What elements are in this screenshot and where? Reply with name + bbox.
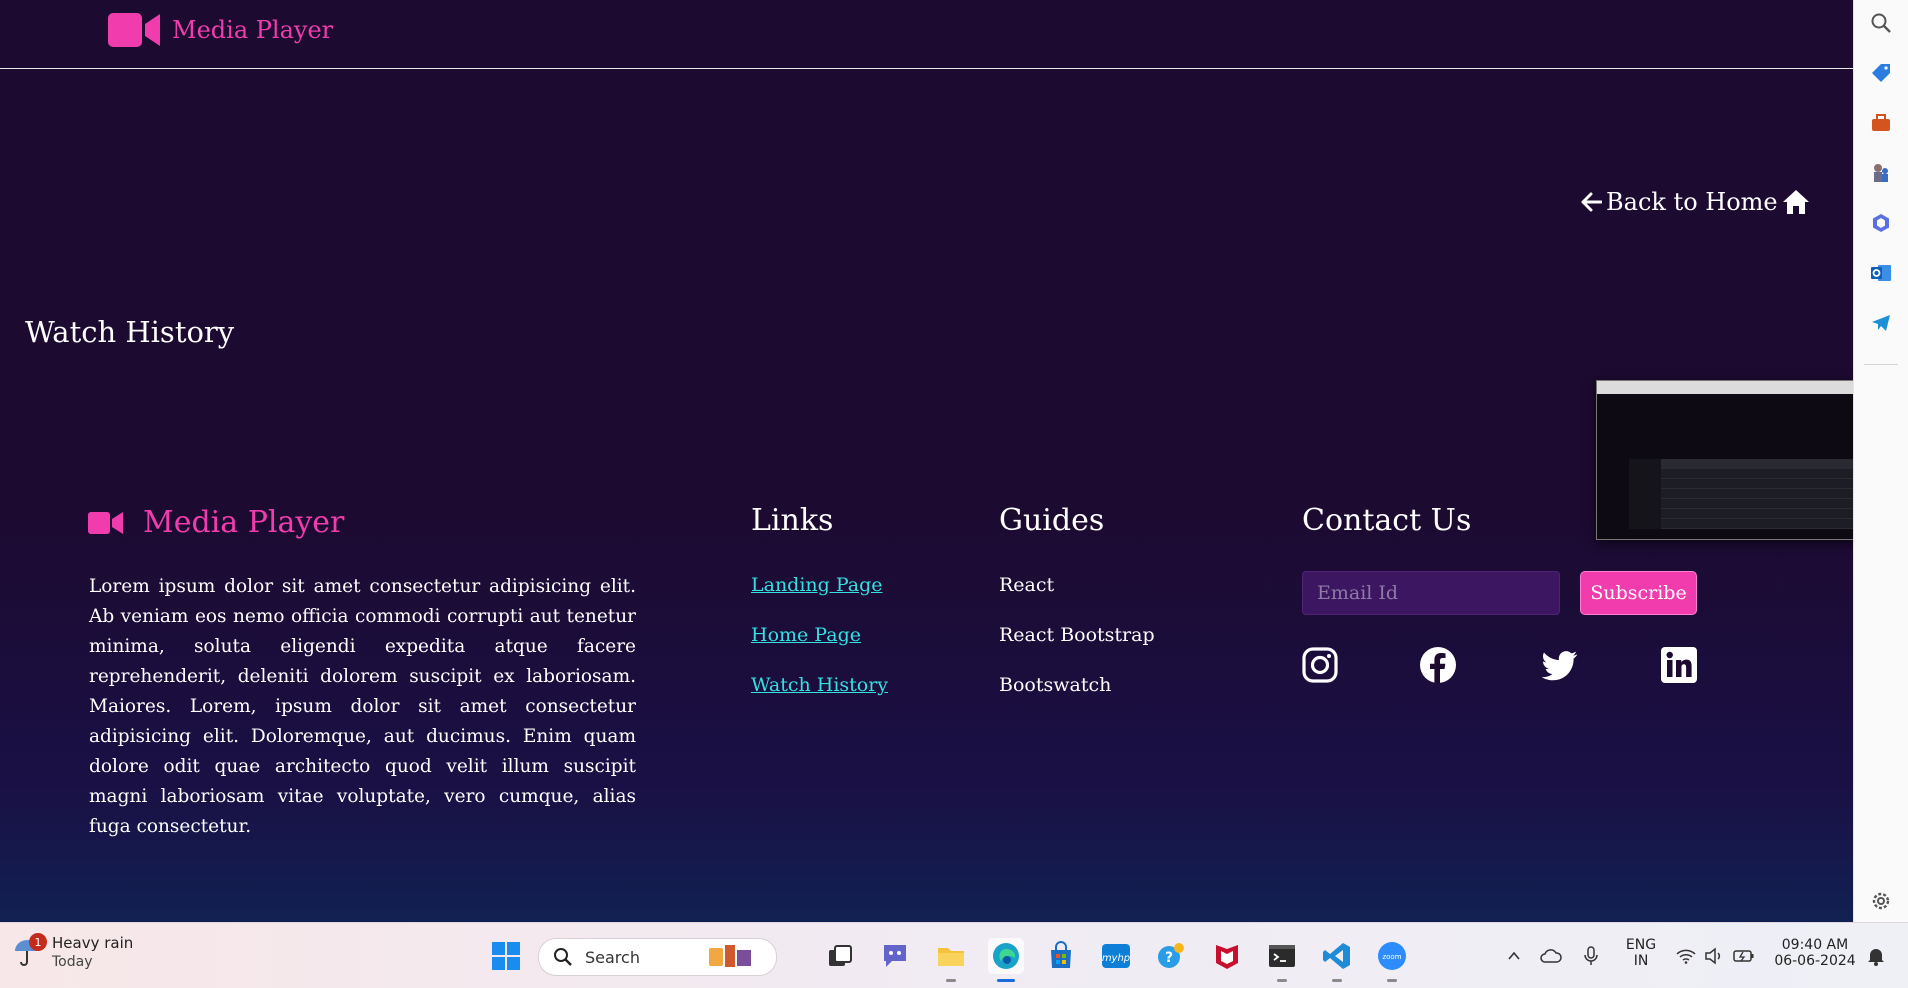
windows-start-icon[interactable] (488, 938, 524, 974)
guide-react[interactable]: React (999, 574, 1054, 596)
svg-text:?: ? (1165, 950, 1173, 966)
running-indicator (1277, 979, 1287, 982)
running-indicator (946, 979, 956, 982)
linkedin-icon[interactable] (1660, 646, 1698, 684)
active-indicator (997, 979, 1015, 982)
windows-taskbar: 1 Heavy rain Today myhp ? (0, 922, 1908, 988)
links-heading: Links (751, 503, 834, 538)
terminal-icon[interactable] (1264, 938, 1300, 982)
shopping-tag-icon[interactable] (1868, 60, 1894, 86)
notification-bell-icon[interactable] (1858, 938, 1894, 974)
chess-icon[interactable] (1868, 160, 1894, 186)
search-icon (554, 948, 572, 966)
back-to-home-link[interactable]: Back to Home (1580, 188, 1810, 216)
footer-description: Lorem ipsum dolor sit amet consectetur a… (89, 576, 636, 837)
landing-page-link[interactable]: Landing Page (751, 574, 883, 596)
weather-title: Heavy rain (52, 934, 134, 952)
video-camera-icon (108, 13, 160, 47)
file-explorer-icon[interactable] (933, 938, 969, 982)
language-indicator[interactable]: ENG IN (1622, 937, 1660, 969)
screenshot-thumbnail[interactable] (1596, 380, 1879, 540)
thumbnail-browser-bar (1597, 381, 1878, 394)
umbrella-icon: 1 (12, 933, 47, 967)
sidebar-divider (1864, 364, 1898, 365)
arrow-left-icon (1581, 192, 1602, 212)
twitter-icon[interactable] (1540, 646, 1578, 684)
clock-date: 06-06-2024 (1774, 953, 1856, 969)
chevron-up-icon[interactable] (1496, 938, 1532, 974)
back-to-home-label: Back to Home (1606, 188, 1778, 216)
contact-heading: Contact Us (1302, 503, 1472, 538)
svg-text:myhp: myhp (1102, 953, 1130, 964)
running-indicator (1387, 979, 1397, 982)
search-highlight-icon (709, 945, 751, 967)
brand-link[interactable]: Media Player (108, 12, 333, 48)
edge-browser-icon[interactable] (988, 938, 1024, 982)
instagram-icon[interactable] (1301, 646, 1339, 684)
clock[interactable]: 09:40 AM 06-06-2024 (1770, 937, 1860, 969)
gear-icon[interactable] (1868, 888, 1894, 914)
copilot-icon[interactable] (1868, 210, 1894, 236)
facebook-icon[interactable] (1419, 646, 1457, 684)
weather-subtitle: Today (52, 954, 93, 970)
video-camera-icon (88, 511, 123, 534)
page-title: Watch History (25, 315, 235, 349)
mcafee-icon[interactable] (1209, 938, 1245, 974)
email-input[interactable] (1302, 571, 1560, 615)
clock-time: 09:40 AM (1781, 937, 1849, 953)
myhp-icon[interactable]: myhp (1098, 938, 1134, 974)
task-view-icon[interactable] (822, 938, 858, 974)
weather-badge: 1 (29, 933, 47, 951)
home-page-link[interactable]: Home Page (751, 624, 861, 646)
toolbox-icon[interactable] (1868, 110, 1894, 136)
browser-sidebar (1853, 0, 1908, 922)
footer-brand: Media Player (88, 505, 344, 540)
guides-heading: Guides (999, 503, 1105, 538)
language-code: ENG (1625, 937, 1657, 953)
microsoft-store-icon[interactable] (1043, 938, 1079, 974)
vscode-icon[interactable] (1319, 938, 1355, 982)
running-indicator (1332, 979, 1342, 982)
telegram-icon[interactable] (1868, 310, 1894, 336)
taskbar-search[interactable] (538, 938, 777, 976)
outlook-icon[interactable] (1868, 260, 1894, 286)
footer-brand-title: Media Player (143, 505, 345, 540)
brand-title: Media Player (172, 16, 334, 44)
weather-widget[interactable]: 1 Heavy rain Today (12, 933, 134, 970)
subscribe-button[interactable]: Subscribe (1580, 571, 1697, 615)
help-icon[interactable]: ? (1153, 938, 1189, 974)
guide-bootswatch[interactable]: Bootswatch (999, 674, 1111, 696)
home-icon (1782, 190, 1809, 214)
thumbnail-table (1629, 459, 1877, 529)
taskbar-search-input[interactable] (583, 946, 707, 968)
onedrive-cloud-icon[interactable] (1533, 938, 1569, 974)
zoom-icon[interactable]: zoom (1374, 938, 1410, 982)
top-navbar: Media Player (0, 0, 1853, 69)
media-player-app: Media Player Back to Home Watch History … (0, 0, 1853, 922)
teams-chat-icon[interactable] (877, 938, 913, 974)
battery-icon[interactable] (1726, 938, 1762, 974)
region-code: IN (1633, 953, 1649, 969)
guide-react-bootstrap[interactable]: React Bootstrap (999, 624, 1155, 646)
microphone-icon[interactable] (1573, 938, 1609, 974)
watch-history-link[interactable]: Watch History (751, 674, 888, 696)
svg-text:zoom: zoom (1382, 953, 1401, 961)
search-icon[interactable] (1868, 10, 1894, 36)
